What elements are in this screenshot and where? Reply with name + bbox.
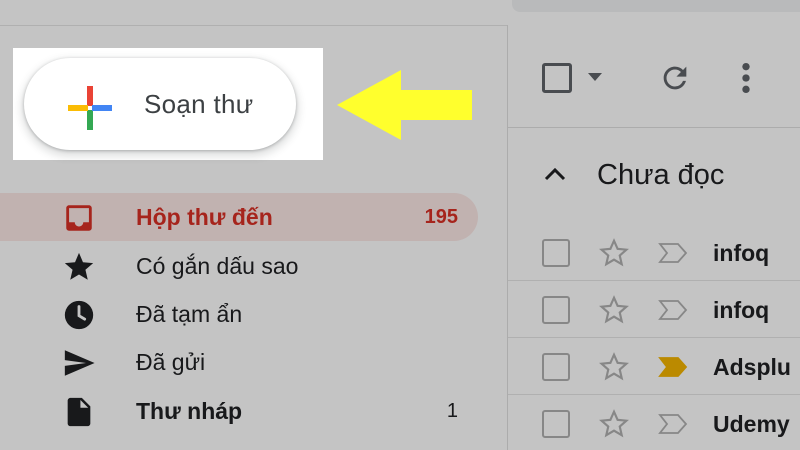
toolbar-divider [508,127,800,128]
draft-icon [67,397,91,427]
sidebar-item-label: Đã tạm ẩn [136,301,243,327]
mail-sender: Udemy [713,411,790,437]
send-icon [64,350,95,376]
importance-marker-icon[interactable] [658,242,688,264]
star-outline-icon[interactable] [598,237,630,269]
row-checkbox[interactable] [542,239,570,267]
unread-count: 195 [424,206,458,228]
compose-label: Soạn thư [144,89,254,119]
mail-row[interactable]: Udemy [508,396,800,450]
star-outline-icon[interactable] [598,408,630,440]
star-outline-icon[interactable] [598,294,630,326]
importance-marker-icon[interactable] [658,413,688,435]
sidebar-item-starred[interactable]: Có gắn dấu sao [0,242,478,290]
sidebar-item-label: Hộp thư đến [136,204,273,230]
mail-list-panel: Chưa đọc infoq infoq Adsplu Udemy [508,25,800,450]
mail-row[interactable]: infoq [508,282,800,338]
row-checkbox[interactable] [542,353,570,381]
mail-sender: infoq [713,297,770,323]
clock-icon [64,300,94,330]
star-outline-icon[interactable] [598,351,630,383]
mail-row[interactable]: infoq [508,225,800,281]
sidebar-item-drafts[interactable]: Thư nháp 1 [0,387,478,435]
sidebar-item-label: Có gắn dấu sao [136,253,299,279]
chevron-up-icon[interactable] [544,167,566,181]
mail-row[interactable]: Adsplu [508,339,800,395]
more-vert-icon[interactable] [740,61,752,95]
row-checkbox[interactable] [542,410,570,438]
pointer-arrow-icon [337,70,472,140]
chevron-down-icon[interactable] [588,73,602,81]
refresh-icon[interactable] [658,61,692,95]
sidebar-item-sent[interactable]: Đã gửi [0,338,478,386]
importance-marker-icon[interactable] [658,299,688,321]
star-icon [64,252,94,280]
importance-marker-icon[interactable] [658,356,688,378]
search-bar[interactable] [512,0,800,12]
inbox-icon [66,205,92,231]
compose-highlight: Soạn thư [13,48,323,160]
sidebar-item-label: Thư nháp [136,398,243,424]
mail-sender: Adsplu [713,354,791,380]
section-title: Chưa đọc [597,159,725,191]
compose-button[interactable]: Soạn thư [24,58,296,150]
row-checkbox[interactable] [542,296,570,324]
draft-count: 1 [446,400,458,422]
sidebar-item-inbox[interactable]: Hộp thư đến 195 [0,193,478,241]
sidebar-item-snoozed[interactable]: Đã tạm ẩn [0,290,478,338]
plus-icon [68,86,112,130]
mail-sender: infoq [713,240,770,266]
select-all-checkbox[interactable] [542,63,572,93]
sidebar-item-label: Đã gửi [136,349,206,375]
